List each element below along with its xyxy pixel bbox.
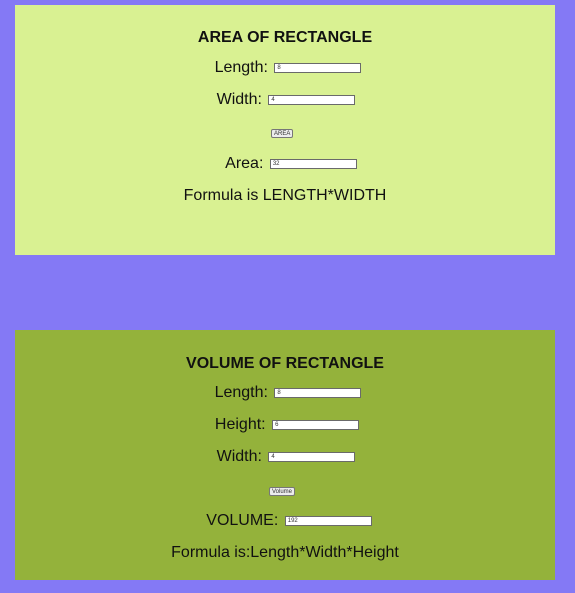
volume-button[interactable]: Volume: [269, 487, 296, 496]
area-result-input[interactable]: [269, 159, 357, 169]
area-button[interactable]: AREA: [271, 129, 294, 138]
volume-width-label: Width:: [216, 448, 262, 465]
area-result-row: Area:: [15, 155, 555, 173]
volume-length-label: Length:: [214, 384, 268, 401]
area-width-label: Width:: [216, 91, 262, 108]
volume-result-label: VOLUME:: [206, 512, 279, 529]
volume-height-label: Height:: [214, 416, 266, 433]
volume-formula: Formula is:Length*Width*Height: [171, 544, 399, 561]
area-formula: Formula is LENGTH*WIDTH: [183, 187, 387, 204]
volume-result-row: VOLUME:: [15, 512, 555, 530]
volume-length-row: Length:: [15, 384, 555, 402]
area-width-row: Width:: [15, 91, 555, 109]
area-length-label: Length:: [214, 59, 268, 76]
area-length-row: Length:: [15, 59, 555, 77]
area-title: AREA OF RECTANGLE: [197, 29, 373, 46]
volume-width-input[interactable]: [268, 452, 356, 462]
area-result-label: Area:: [225, 155, 264, 172]
area-length-input[interactable]: [274, 63, 362, 73]
volume-length-input[interactable]: [274, 388, 362, 398]
volume-height-row: Height:: [15, 416, 555, 434]
area-width-input[interactable]: [268, 95, 356, 105]
volume-result-input[interactable]: [284, 516, 372, 526]
volume-title: VOLUME OF RECTANGLE: [186, 355, 384, 372]
volume-height-input[interactable]: [272, 420, 360, 430]
volume-width-row: Width:: [15, 448, 555, 466]
area-panel: AREA OF RECTANGLE Length: Width: AREA Ar…: [15, 5, 555, 255]
volume-panel: VOLUME OF RECTANGLE Length: Height: Widt…: [15, 330, 555, 580]
